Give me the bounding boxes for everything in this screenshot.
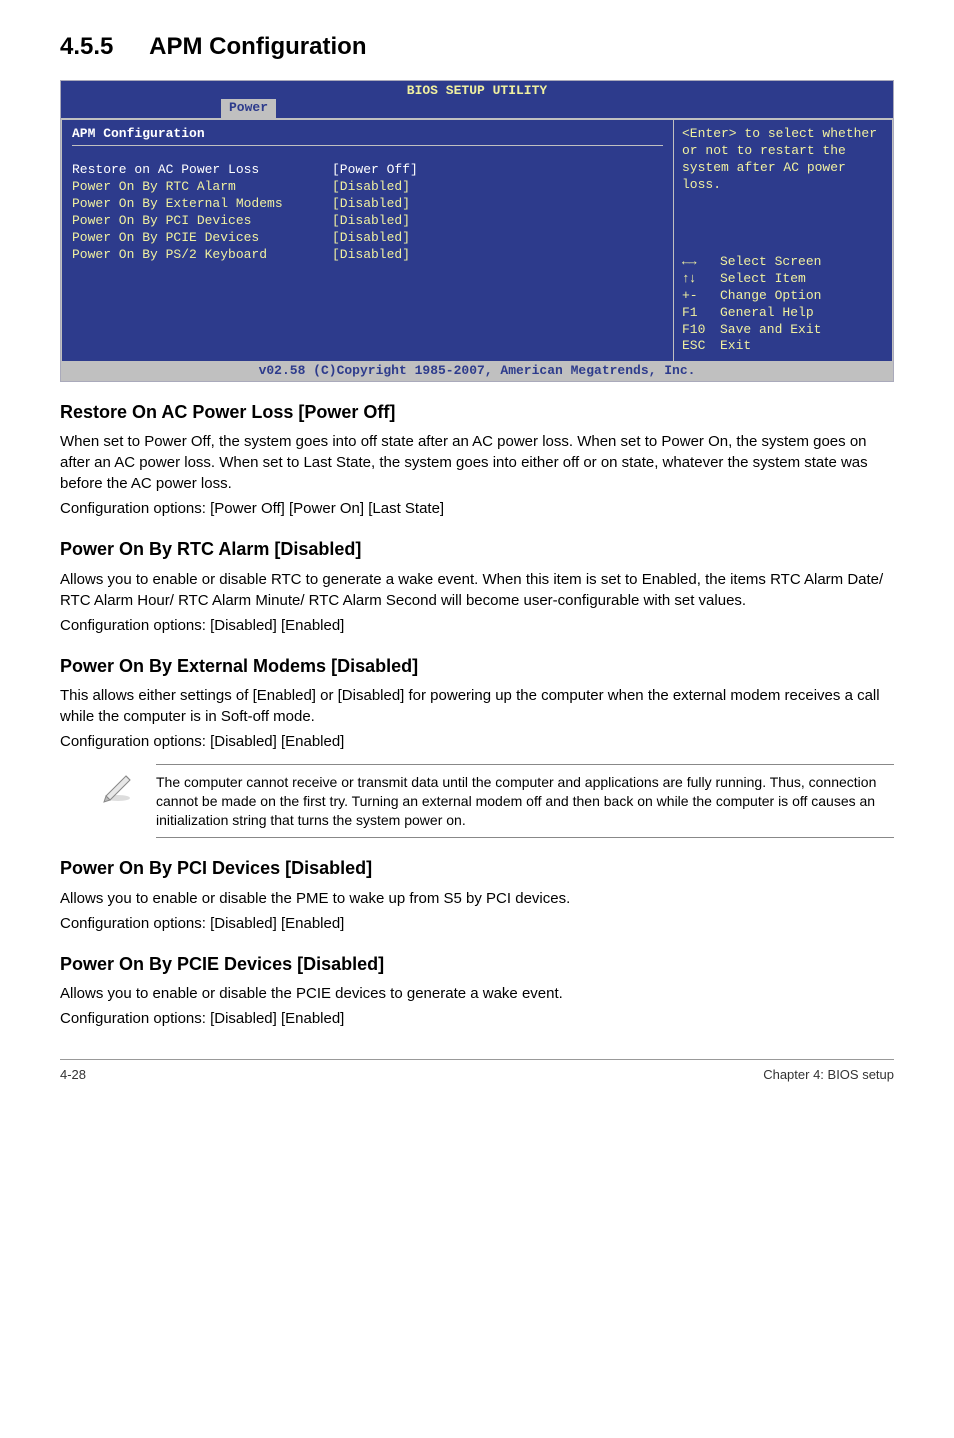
bios-option-row: Power On By PS/2 Keyboard[Disabled] xyxy=(72,247,663,264)
bios-option-row: Power On By External Modems[Disabled] xyxy=(72,196,663,213)
section-heading: 4.5.5 APM Configuration xyxy=(60,30,894,64)
bios-key: ←→ xyxy=(682,254,720,271)
bios-key-row: F10Save and Exit xyxy=(682,322,884,339)
note-block: The computer cannot receive or transmit … xyxy=(100,764,894,839)
bios-key: F1 xyxy=(682,305,720,322)
paragraph: Allows you to enable or disable the PME … xyxy=(60,888,894,909)
paragraph: Configuration options: [Disabled] [Enabl… xyxy=(60,731,894,752)
bios-key-desc: Select Item xyxy=(720,271,806,286)
bios-title: BIOS SETUP UTILITY xyxy=(61,81,893,100)
bios-option-value: [Disabled] xyxy=(332,179,410,196)
subheading-pcie: Power On By PCIE Devices [Disabled] xyxy=(60,952,894,977)
bios-option-label: Power On By RTC Alarm xyxy=(72,179,332,196)
bios-key: ↑↓ xyxy=(682,271,720,288)
bios-option-value: [Disabled] xyxy=(332,213,410,230)
bios-key-desc: Save and Exit xyxy=(720,322,821,337)
paragraph: Configuration options: [Disabled] [Enabl… xyxy=(60,913,894,934)
bios-option-value: [Disabled] xyxy=(332,196,410,213)
bios-key-row: ↑↓Select Item xyxy=(682,271,884,288)
subheading-rtc: Power On By RTC Alarm [Disabled] xyxy=(60,537,894,562)
bios-help-text: <Enter> to select whether or not to rest… xyxy=(682,126,884,194)
bios-key: +- xyxy=(682,288,720,305)
bios-key-desc: Exit xyxy=(720,338,751,353)
section-number: 4.5.5 xyxy=(60,33,113,60)
bios-option-label: Restore on AC Power Loss xyxy=(72,162,332,179)
bios-left-header: APM Configuration xyxy=(72,126,663,146)
bios-setup-screenshot: BIOS SETUP UTILITY Power APM Configurati… xyxy=(60,80,894,383)
bios-tab-row: Power xyxy=(61,99,893,118)
chapter-label: Chapter 4: BIOS setup xyxy=(763,1066,894,1084)
page-footer: 4-28 Chapter 4: BIOS setup xyxy=(60,1059,894,1084)
bios-key: F10 xyxy=(682,322,720,339)
bios-option-row: Power On By RTC Alarm[Disabled] xyxy=(72,179,663,196)
bios-key-desc: Change Option xyxy=(720,288,821,303)
bios-option-row: Power On By PCI Devices[Disabled] xyxy=(72,213,663,230)
subheading-restore: Restore On AC Power Loss [Power Off] xyxy=(60,400,894,425)
paragraph: Allows you to enable or disable the PCIE… xyxy=(60,983,894,1004)
bios-option-label: Power On By PS/2 Keyboard xyxy=(72,247,332,264)
bios-tab-power: Power xyxy=(221,99,276,118)
subheading-external-modems: Power On By External Modems [Disabled] xyxy=(60,654,894,679)
bios-key-row: F1General Help xyxy=(682,305,884,322)
bios-option-label: Power On By PCIE Devices xyxy=(72,230,332,247)
paragraph: Configuration options: [Disabled] [Enabl… xyxy=(60,1008,894,1029)
bios-key: ESC xyxy=(682,338,720,355)
page-number: 4-28 xyxy=(60,1066,86,1084)
bios-key-row: ESCExit xyxy=(682,338,884,355)
bios-rows: Restore on AC Power Loss[Power Off]Power… xyxy=(72,162,663,263)
paragraph: This allows either settings of [Enabled]… xyxy=(60,685,894,727)
subheading-pci: Power On By PCI Devices [Disabled] xyxy=(60,856,894,881)
bios-key-desc: General Help xyxy=(720,305,814,320)
bios-key-row: +-Change Option xyxy=(682,288,884,305)
bios-footer: v02.58 (C)Copyright 1985-2007, American … xyxy=(61,362,893,381)
paragraph: Configuration options: [Power Off] [Powe… xyxy=(60,498,894,519)
bios-option-row: Power On By PCIE Devices[Disabled] xyxy=(72,230,663,247)
bios-help-pane: <Enter> to select whether or not to rest… xyxy=(673,119,893,362)
paragraph: Allows you to enable or disable RTC to g… xyxy=(60,569,894,611)
paragraph: Configuration options: [Disabled] [Enabl… xyxy=(60,615,894,636)
bios-option-label: Power On By External Modems xyxy=(72,196,332,213)
bios-left-pane: APM Configuration Restore on AC Power Lo… xyxy=(61,119,673,362)
bios-key-row: ←→Select Screen xyxy=(682,254,884,271)
bios-option-value: [Disabled] xyxy=(332,230,410,247)
pencil-icon xyxy=(100,768,136,810)
bios-key-list: ←→Select Screen↑↓Select Item+-Change Opt… xyxy=(682,254,884,355)
note-text: The computer cannot receive or transmit … xyxy=(156,764,894,839)
bios-option-value: [Disabled] xyxy=(332,247,410,264)
bios-option-row: Restore on AC Power Loss[Power Off] xyxy=(72,162,663,179)
paragraph: When set to Power Off, the system goes i… xyxy=(60,431,894,494)
bios-key-desc: Select Screen xyxy=(720,254,821,269)
bios-option-label: Power On By PCI Devices xyxy=(72,213,332,230)
section-title: APM Configuration xyxy=(149,33,366,60)
bios-option-value: [Power Off] xyxy=(332,162,418,179)
